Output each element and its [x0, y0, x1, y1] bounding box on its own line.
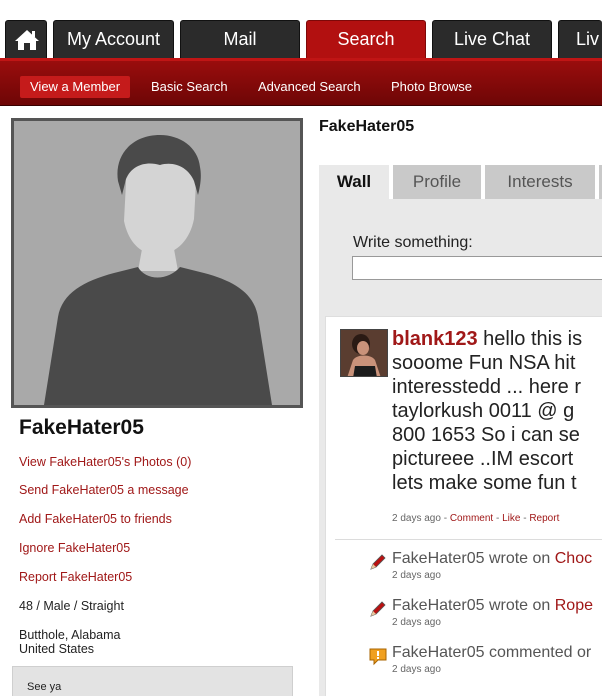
activity-timestamp: 2 days ago [392, 617, 441, 628]
status-box: See ya [12, 666, 293, 696]
tab-live-partial[interactable]: Liv [558, 20, 602, 58]
wall-post-body: blank123 hello this is sooome Fun NSA hi… [392, 327, 602, 495]
comment-bubble-icon [369, 648, 387, 666]
tab-my-account[interactable]: My Account [53, 20, 174, 58]
add-friend-link[interactable]: Add FakeHater05 to friends [19, 512, 172, 526]
wall-post-input[interactable] [352, 256, 602, 280]
pencil-icon [370, 554, 386, 570]
tab-mail[interactable]: Mail [180, 20, 300, 58]
search-subnav: View a Member Basic Search Advanced Sear… [0, 58, 602, 106]
post-timestamp: 2 days ago [392, 513, 441, 524]
subnav-advanced-search[interactable]: Advanced Search [258, 76, 361, 98]
wall-compose-panel [319, 199, 602, 311]
meta-separator: - [440, 513, 450, 524]
activity-timestamp: 2 days ago [392, 664, 441, 675]
write-something-label: Write something: [353, 234, 473, 251]
subnav-basic-search[interactable]: Basic Search [151, 76, 228, 98]
activity-desc: FakeHater05 commented or [392, 644, 592, 661]
meta-separator: - [520, 513, 530, 524]
meta-separator: - [493, 513, 503, 524]
ignore-member-link[interactable]: Ignore FakeHater05 [19, 541, 130, 555]
member-name-heading: FakeHater05 [19, 416, 144, 439]
default-avatar-silhouette-icon [14, 121, 300, 405]
member-details: 48 / Male / Straight [19, 599, 124, 613]
post-line: pictureee ..IM escort [392, 448, 574, 470]
like-link[interactable]: Like [502, 513, 520, 524]
activity-desc: FakeHater05 wrote on [392, 597, 555, 614]
home-icon [15, 30, 39, 50]
home-tab[interactable] [5, 20, 47, 58]
poster-username-link[interactable]: blank123 [392, 328, 478, 350]
subnav-view-a-member[interactable]: View a Member [20, 76, 131, 98]
activity-text: FakeHater05 wrote on Rope [392, 597, 593, 615]
activity-target-link[interactable]: Rope [555, 597, 593, 614]
poster-avatar[interactable] [340, 329, 388, 377]
activity-target-link[interactable]: Choc [555, 550, 592, 567]
activity-text: FakeHater05 commented or [392, 644, 591, 662]
top-navigation: My Account Mail Search Live Chat Liv [0, 0, 602, 58]
status-text: See ya [27, 681, 62, 693]
activity-desc: FakeHater05 wrote on [392, 550, 555, 567]
post-meta: 2 days ago - Comment - Like - Report [392, 513, 559, 524]
view-photos-link[interactable]: View FakeHater05's Photos (0) [19, 455, 191, 469]
post-line: hello this is [483, 328, 583, 350]
tab-live-chat[interactable]: Live Chat [432, 20, 552, 58]
tab-wall[interactable]: Wall [319, 165, 389, 199]
tab-interests[interactable]: Interests [485, 165, 595, 199]
feed-divider [335, 539, 602, 540]
pencil-icon [370, 601, 386, 617]
page-title: FakeHater05 [319, 118, 415, 135]
tab-profile[interactable]: Profile [393, 165, 481, 199]
activity-text: FakeHater05 wrote on Choc [392, 550, 592, 568]
post-line: sooome Fun NSA hit [392, 352, 576, 374]
post-line: lets make some fun t [392, 472, 577, 494]
member-location-city: Butthole, Alabama [19, 628, 121, 642]
post-line: interesstedd ... here r [392, 376, 581, 398]
comment-link[interactable]: Comment [450, 513, 493, 524]
tab-search[interactable]: Search [306, 20, 426, 58]
post-line: taylorkush 0011 @ g [392, 400, 575, 422]
report-member-link[interactable]: Report FakeHater05 [19, 570, 132, 584]
post-line: 800 1653 So i can se [392, 424, 580, 446]
member-location-country: United States [19, 642, 95, 656]
subnav-photo-browse[interactable]: Photo Browse [391, 76, 472, 98]
profile-avatar[interactable] [11, 118, 303, 408]
activity-timestamp: 2 days ago [392, 570, 441, 581]
report-post-link[interactable]: Report [529, 513, 559, 524]
profile-tabs: Wall Profile Interests [319, 165, 602, 199]
send-message-link[interactable]: Send FakeHater05 a message [19, 483, 189, 497]
poster-photo-icon [341, 330, 387, 376]
